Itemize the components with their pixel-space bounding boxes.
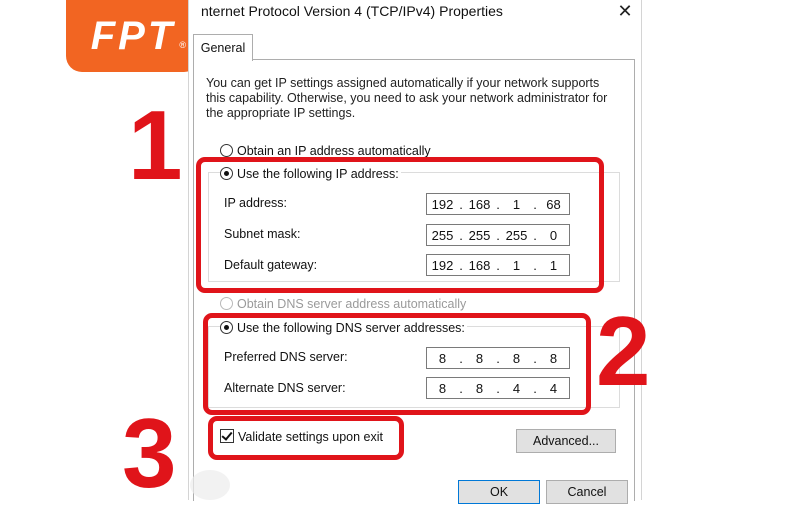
ok-button[interactable]: OK <box>458 480 540 504</box>
radio-icon <box>220 297 233 310</box>
annotation-box-ip <box>196 157 604 293</box>
annotation-box-dns <box>203 313 591 415</box>
advanced-button[interactable]: Advanced... <box>516 429 616 453</box>
annotation-number-1: 1 <box>128 90 183 200</box>
logo-text: FPT <box>90 13 176 58</box>
blurred-smudge <box>190 470 230 500</box>
tab-strip: General <box>189 32 641 61</box>
obtain-ip-auto-label: Obtain an IP address automatically <box>237 144 431 158</box>
title-bar: nternet Protocol Version 4 (TCP/IPv4) Pr… <box>189 0 641 26</box>
obtain-dns-auto-label: Obtain DNS server address automatically <box>237 297 467 311</box>
window-title: nternet Protocol Version 4 (TCP/IPv4) Pr… <box>201 3 503 19</box>
close-icon[interactable]: ✕ <box>613 0 637 24</box>
registered-mark: ® <box>179 40 186 50</box>
annotation-box-validate <box>208 416 404 460</box>
info-text: You can get IP settings assigned automat… <box>206 76 608 120</box>
annotation-number-2: 2 <box>596 296 651 406</box>
radio-icon <box>220 144 233 157</box>
annotation-number-3: 3 <box>122 398 177 508</box>
cancel-button[interactable]: Cancel <box>546 480 628 504</box>
fpt-logo: FPT ® <box>66 0 200 72</box>
tab-general[interactable]: General <box>193 34 253 61</box>
obtain-dns-auto-radio[interactable]: Obtain DNS server address automatically <box>220 297 466 313</box>
